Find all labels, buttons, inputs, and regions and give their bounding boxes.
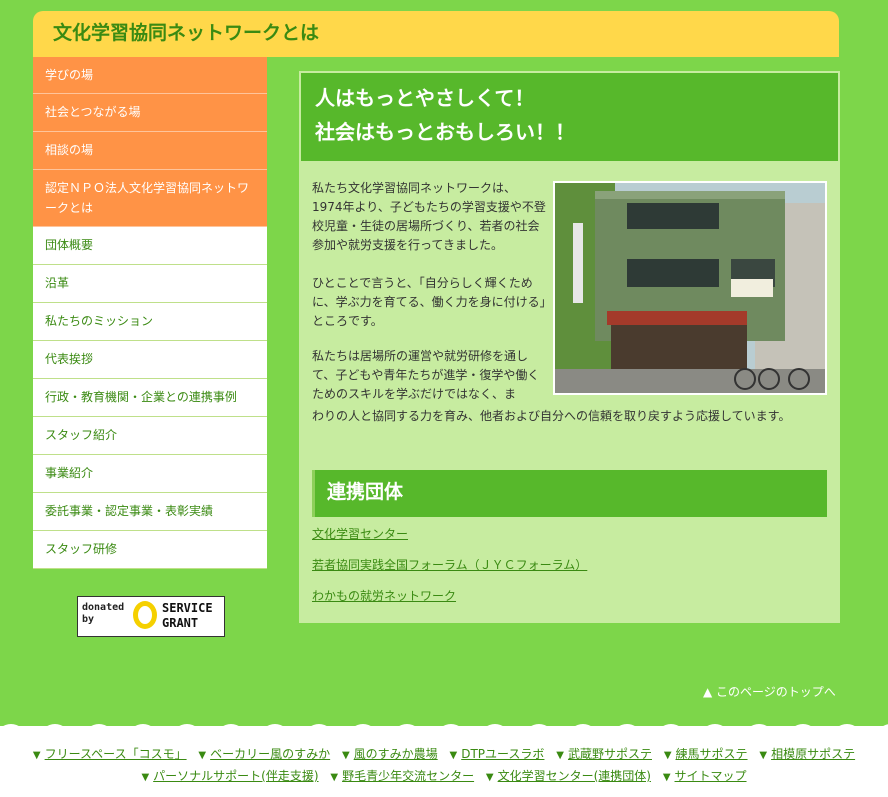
page-header: 文化学習協同ネットワークとは (33, 11, 839, 57)
hero-banner: 人はもっとやさしくて！ 社会はもっとおもしろい！！ (301, 73, 838, 161)
building-photo-image (555, 183, 825, 393)
footer-link-label: 練馬サポステ (675, 747, 748, 761)
section-title-partners: 連携団体 (312, 470, 827, 517)
main-content: 人はもっとやさしくて！ 社会はもっとおもしろい！！ 私たち文化学習協同ネットワー… (299, 71, 840, 623)
footer-links-row-2: ▼ パーソナルサポート(伴走支援) ▼ 野毛青少年交流センター ▼ 文化学習センター(… (0, 767, 888, 784)
intro-paragraph-3b: わりの人と協同する力を育み、他者および自分への信頼を取り戻すよう応援しています。 (312, 409, 791, 423)
sidebar-item-label: スタッフ研修 (45, 542, 118, 556)
partner-link-wakamono-network[interactable]: わかもの就労ネットワーク (312, 587, 456, 604)
sidebar-item-label: 事業紹介 (45, 466, 94, 480)
footer-arrow-icon: ▼ (556, 750, 564, 761)
sidebar-item-manabi[interactable]: 学びの場 (33, 57, 267, 94)
footer-link-bunka-center[interactable]: ▼ 文化学習センター(連携団体) (486, 769, 651, 783)
partner-link-bunka-center[interactable]: 文化学習センター (312, 525, 408, 542)
sidebar-item-shakai[interactable]: 社会とつながる場 (33, 94, 267, 132)
footer-arrow-icon: ▼ (32, 750, 41, 761)
hero-line-1: 人はもっとやさしくて！ (315, 86, 535, 110)
footer-arrow-icon: ▼ (662, 772, 671, 783)
badge-service-grant-text: SERVICE GRANT (162, 601, 213, 631)
footer-link-label: 野毛青少年交流センター (342, 769, 475, 783)
footer-arrow-icon: ▼ (663, 750, 672, 761)
footer-arrow-icon: ▼ (141, 772, 150, 783)
footer-arrow-icon: ▼ (341, 750, 350, 761)
sidebar-item-enkaku[interactable]: 沿革 (33, 265, 267, 303)
footer-links-row-1: ▼ フリースペース「コスモ」 ▼ ベーカリー風のすみか ▼ 風のすみか農場 ▼ DTPユ… (0, 745, 888, 762)
footer-link-label: ベーカリー風のすみか (210, 747, 331, 761)
sidebar-item-label: 認定ＮＰＯ法人文化学習協同ネットワークとは (45, 181, 250, 215)
badge-service: SERVICE (162, 601, 213, 615)
building-photo (553, 181, 827, 395)
footer-link-label: パーソナルサポート(伴走支援) (153, 769, 319, 783)
badge-donated-text: donated by (82, 602, 125, 625)
footer-link-label: 文化学習センター(連携団体) (497, 769, 651, 783)
intro-paragraph-1: 私たち文化学習協同ネットワークは、1974年より、子どもたちの学習支援や不登校児… (312, 181, 546, 252)
footer-link-label: 風のすみか農場 (353, 747, 438, 761)
footer-link-personal-support[interactable]: ▼ パーソナルサポート(伴走支援) (141, 769, 318, 783)
intro-paragraph-3a: 私たちは居場所の運営や就労研修を通して、子どもや青年たちが進学・復学や働くための… (312, 349, 540, 401)
sidebar-item-soudan[interactable]: 相談の場 (33, 132, 267, 170)
intro-paragraph-2: ひとことで言うと、「自分らしく輝くために、学ぶ力を育てる、働く力を身に付ける」と… (312, 276, 546, 328)
sidebar-item-staff[interactable]: スタッフ紹介 (33, 417, 267, 455)
sidebar-item-label: 相談の場 (45, 143, 94, 157)
sidebar-item-mission[interactable]: 私たちのミッション (33, 303, 267, 341)
badge-grant: GRANT (162, 616, 199, 630)
footer-link-noge[interactable]: ▼ 野毛青少年交流センター (330, 769, 474, 783)
footer-arrow-icon: ▼ (330, 772, 339, 783)
sidebar-item-label: 行政・教育機関・企業との連携事例 (45, 390, 237, 404)
footer: ▼ フリースペース「コスモ」 ▼ ベーカリー風のすみか ▼ 風のすみか農場 ▼ DTPユ… (0, 724, 888, 797)
sidebar-item-label: 社会とつながる場 (45, 105, 141, 119)
sidebar-item-about[interactable]: 認定ＮＰＯ法人文化学習協同ネットワークとは (33, 170, 267, 227)
sidebar-item-gaiyou[interactable]: 団体概要 (33, 227, 267, 265)
footer-link-label: フリースペース「コスモ」 (44, 747, 187, 761)
sidebar-item-kenshu[interactable]: スタッフ研修 (33, 531, 267, 569)
footer-link-musashino[interactable]: ▼ 武蔵野サポステ (556, 747, 652, 761)
footer-link-farm[interactable]: ▼ 風のすみか農場 (342, 747, 438, 761)
sidebar-item-label: 代表挨拶 (45, 352, 94, 366)
footer-link-nerima[interactable]: ▼ 練馬サポステ (664, 747, 748, 761)
sidebar-item-label: 学びの場 (45, 68, 94, 82)
footer-link-dtp[interactable]: ▼ DTPユースラボ (450, 747, 545, 761)
page-title: 文化学習協同ネットワークとは (53, 22, 320, 44)
footer-link-label: サイトマップ (674, 769, 747, 783)
service-grant-badge[interactable]: donated by SERVICE GRANT (77, 596, 225, 637)
sidebar-item-greeting[interactable]: 代表挨拶 (33, 341, 267, 379)
footer-arrow-icon: ▼ (759, 750, 768, 761)
footer-link-bakery[interactable]: ▼ ベーカリー風のすみか (198, 747, 330, 761)
sidebar-item-label: 沿革 (45, 276, 70, 290)
sidebar-item-label: 団体概要 (45, 238, 94, 252)
partner-link-jyc-forum[interactable]: 若者協同実践全国フォーラム（ＪＹＣフォーラム） (312, 556, 587, 573)
hero-line-2: 社会はもっとおもしろい！！ (315, 120, 575, 144)
back-to-top-link[interactable]: ▲ このページのトップへ (703, 683, 836, 700)
footer-link-label: 武蔵野サポステ (567, 747, 652, 761)
footer-link-label: 相模原サポステ (771, 747, 856, 761)
sidebar-item-label: スタッフ紹介 (45, 428, 118, 442)
service-grant-logo-icon (133, 601, 157, 629)
sidebar-item-jigyou[interactable]: 事業紹介 (33, 455, 267, 493)
footer-wave-decoration (0, 724, 888, 728)
footer-link-sitemap[interactable]: ▼ サイトマップ (663, 769, 747, 783)
footer-link-cosmo[interactable]: ▼ フリースペース「コスモ」 (33, 747, 187, 761)
sidebar-item-label: 私たちのミッション (45, 314, 154, 328)
footer-arrow-icon: ▼ (449, 750, 458, 761)
footer-link-label: DTPユースラボ (461, 747, 545, 761)
sidebar-nav: 学びの場 社会とつながる場 相談の場 認定ＮＰＯ法人文化学習協同ネットワークとは… (33, 57, 267, 569)
footer-arrow-icon: ▼ (198, 750, 207, 761)
footer-link-sagamihara[interactable]: ▼ 相模原サポステ (759, 747, 855, 761)
footer-arrow-icon: ▼ (485, 772, 494, 783)
sidebar-item-label: 委託事業・認定事業・表彰実績 (45, 504, 214, 518)
sidebar-item-itaku[interactable]: 委託事業・認定事業・表彰実績 (33, 493, 267, 531)
sidebar-item-renkei[interactable]: 行政・教育機関・企業との連携事例 (33, 379, 267, 417)
